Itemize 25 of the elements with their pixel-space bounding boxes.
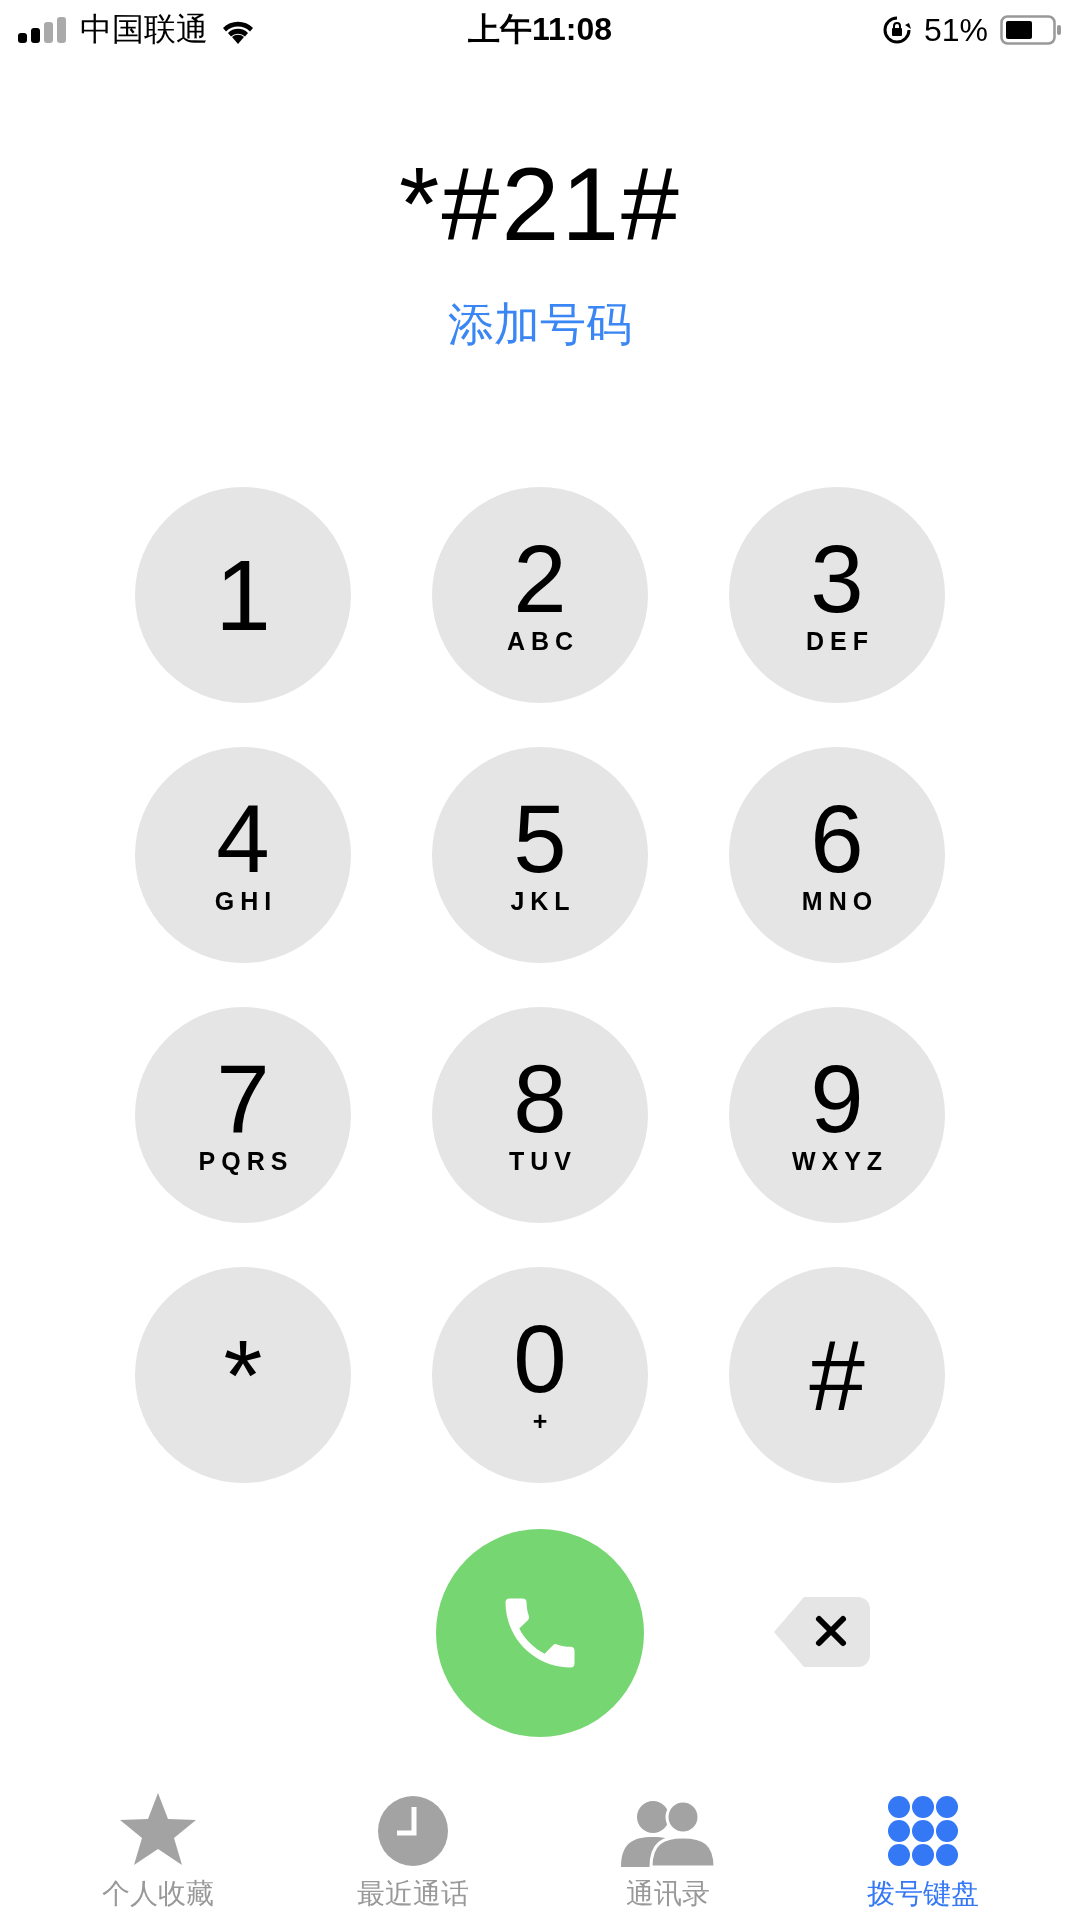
keypad-icon xyxy=(886,1795,959,1867)
clock-time: 上午11:08 xyxy=(467,10,613,49)
dial-key[interactable]: 0 + xyxy=(432,1267,648,1483)
battery-icon xyxy=(1000,15,1062,45)
dial-key[interactable]: 8 TUV xyxy=(432,1007,648,1223)
dial-key[interactable]: * xyxy=(135,1267,351,1483)
clock-icon xyxy=(376,1795,449,1867)
dial-key[interactable]: # xyxy=(729,1267,945,1483)
dial-key[interactable]: 1 xyxy=(135,487,351,703)
add-number-link[interactable]: 添加号码 xyxy=(448,294,632,356)
signal-icon xyxy=(18,17,68,43)
tab-item[interactable]: 拨号键盘 xyxy=(795,1771,1050,1921)
carrier-name: 中国联通 xyxy=(80,10,208,49)
backspace-icon xyxy=(774,1596,870,1667)
dial-key[interactable]: 4 GHI xyxy=(135,747,351,963)
battery-percent: 51% xyxy=(923,11,988,49)
dial-key[interactable]: 9 WXYZ xyxy=(729,1007,945,1223)
dial-key[interactable]: 6 MNO xyxy=(729,747,945,963)
dial-key[interactable]: 7 PQRS xyxy=(135,1007,351,1223)
delete-button[interactable] xyxy=(774,1596,870,1670)
dial-key[interactable]: 5 JKL xyxy=(432,747,648,963)
dialed-number: *#21# xyxy=(399,152,681,256)
rotation-lock-icon xyxy=(881,15,912,45)
dial-key[interactable]: 3 DEF xyxy=(729,487,945,703)
dial-key[interactable]: 2 ABC xyxy=(432,487,648,703)
